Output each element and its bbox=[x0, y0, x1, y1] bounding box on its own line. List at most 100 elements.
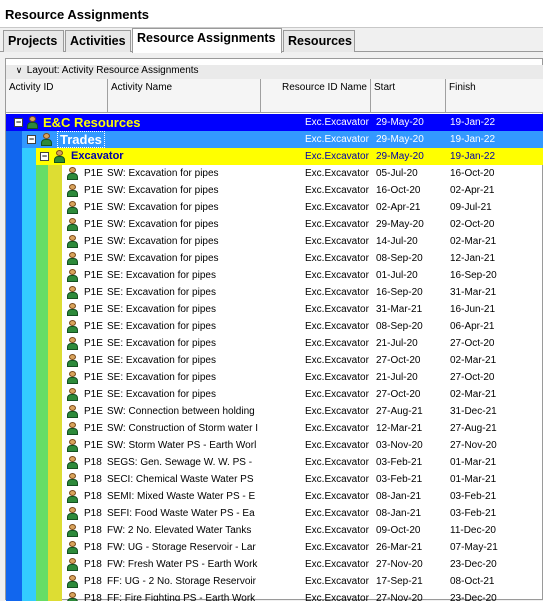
table-row[interactable]: P1E SW: Storm Water PS - Earth Worl Exc.Ex… bbox=[6, 437, 543, 454]
table-row[interactable]: P1E SW: Excavation for pipes Exc.Excavator… bbox=[6, 165, 543, 182]
table-row[interactable]: P18 FF: Fire Fighting PS - Earth Work Exc.… bbox=[6, 590, 543, 601]
start-date: 31-Mar-21 bbox=[376, 304, 423, 315]
activity-name: SW: Excavation for pipes bbox=[107, 219, 219, 230]
activity-id: P1E bbox=[84, 338, 103, 349]
assignments-panel: ∨ Layout: Activity Resource Assignments … bbox=[5, 58, 543, 601]
resource-id-name: Exc.Excavator bbox=[305, 236, 369, 247]
group-name: Excavator bbox=[71, 150, 124, 162]
table-row[interactable]: P18 SEMI: Mixed Waste Water PS - E Exc.Exc… bbox=[6, 488, 543, 505]
activity-name: SW: Excavation for pipes bbox=[107, 236, 219, 247]
column-header-activity-id[interactable]: Activity ID bbox=[6, 79, 108, 113]
activity-name: SE: Excavation for pipes bbox=[107, 372, 216, 383]
table-row[interactable]: P1E SE: Excavation for pipes Exc.Excavator… bbox=[6, 386, 543, 403]
table-row[interactable]: P1E SE: Excavation for pipes Exc.Excavator… bbox=[6, 335, 543, 352]
column-header-start[interactable]: Start bbox=[371, 79, 446, 113]
column-header-finish[interactable]: Finish bbox=[446, 79, 543, 113]
resource-id-name: Exc.Excavator bbox=[305, 321, 369, 332]
group-row-trades[interactable]: − Trades Exc.Excavator 29-May-20 19-Jan-… bbox=[6, 131, 543, 148]
start-date: 12-Mar-21 bbox=[376, 423, 423, 434]
table-row[interactable]: P18 FW: Fresh Water PS - Earth Work Exc.Ex… bbox=[6, 556, 543, 573]
group-start: 29-May-20 bbox=[376, 134, 424, 145]
resource-id-name: Exc.Excavator bbox=[305, 525, 369, 536]
finish-date: 09-Jul-21 bbox=[450, 202, 492, 213]
resource-id-name: Exc.Excavator bbox=[305, 457, 369, 468]
activity-id: P18 bbox=[84, 491, 102, 502]
activity-id: P18 bbox=[84, 474, 102, 485]
finish-date: 27-Oct-20 bbox=[450, 372, 495, 383]
group-name: E&C Resources bbox=[43, 115, 141, 130]
group-finish: 19-Jan-22 bbox=[450, 151, 496, 162]
layout-label: Layout: Activity Resource Assignments bbox=[26, 65, 199, 76]
tab-projects[interactable]: Projects bbox=[3, 30, 64, 52]
assignment-table-body[interactable]: − E&C Resources Exc.Excavator 29-May-20 … bbox=[6, 114, 543, 601]
resource-id-name: Exc.Excavator bbox=[305, 202, 369, 213]
resource-icon bbox=[40, 133, 53, 146]
table-row[interactable]: P1E SE: Excavation for pipes Exc.Excavator… bbox=[6, 284, 543, 301]
start-date: 27-Aug-21 bbox=[376, 406, 423, 417]
activity-id: P1E bbox=[84, 168, 103, 179]
column-header-activity-name[interactable]: Activity Name bbox=[108, 79, 261, 113]
activity-name: FF: Fire Fighting PS - Earth Work bbox=[107, 593, 256, 601]
group-resource: Exc.Excavator bbox=[305, 134, 369, 145]
table-row[interactable]: P1E SW: Excavation for pipes Exc.Excavator… bbox=[6, 250, 543, 267]
activity-name: SE: Excavation for pipes bbox=[107, 338, 216, 349]
table-row[interactable]: P18 FW: UG - Storage Reservoir - Lar Exc.E… bbox=[6, 539, 543, 556]
activity-id: P1E bbox=[84, 236, 103, 247]
column-header-resource-id-name[interactable]: Resource ID Name bbox=[261, 79, 371, 113]
table-row[interactable]: P1E SW: Excavation for pipes Exc.Excavator… bbox=[6, 233, 543, 250]
group-finish: 19-Jan-22 bbox=[450, 134, 496, 145]
start-date: 21-Jul-20 bbox=[376, 372, 418, 383]
activity-name: SW: Connection between holding bbox=[107, 406, 255, 417]
table-row[interactable]: P18 FW: 2 No. Elevated Water Tanks Exc.Exc… bbox=[6, 522, 543, 539]
table-row[interactable]: P1E SE: Excavation for pipes Exc.Excavator… bbox=[6, 301, 543, 318]
tab-activities[interactable]: Activities bbox=[65, 30, 131, 52]
table-row[interactable]: P1E SW: Excavation for pipes Exc.Excavator… bbox=[6, 216, 543, 233]
collapse-icon[interactable]: − bbox=[14, 118, 23, 127]
activity-name: SE: Excavation for pipes bbox=[107, 355, 216, 366]
activity-name: FW: Fresh Water PS - Earth Work bbox=[107, 559, 258, 570]
window-titlebar: Resource Assignments bbox=[0, 0, 543, 28]
table-row[interactable]: P1E SW: Construction of Storm water I Exc.… bbox=[6, 420, 543, 437]
table-row[interactable]: P1E SW: Excavation for pipes Exc.Excavator… bbox=[6, 182, 543, 199]
resource-icon bbox=[66, 456, 79, 469]
start-date: 27-Nov-20 bbox=[376, 593, 423, 601]
table-row[interactable]: P1E SW: Connection between holding Exc.Exc… bbox=[6, 403, 543, 420]
finish-date: 11-Dec-20 bbox=[450, 525, 496, 536]
resource-icon bbox=[66, 558, 79, 571]
start-date: 16-Sep-20 bbox=[376, 287, 423, 298]
tab-resources[interactable]: Resources bbox=[283, 30, 355, 52]
table-row[interactable]: P18 SEGS: Gen. Sewage W. W. PS - Exc.Excav… bbox=[6, 454, 543, 471]
resource-id-name: Exc.Excavator bbox=[305, 253, 369, 264]
table-row[interactable]: P18 SECI: Chemical Waste Water PS Exc.Exca… bbox=[6, 471, 543, 488]
collapse-icon[interactable]: − bbox=[40, 152, 49, 161]
start-date: 17-Sep-21 bbox=[376, 576, 423, 587]
table-row[interactable]: P18 SEFI: Food Waste Water PS - Ea Exc.Exc… bbox=[6, 505, 543, 522]
activity-id: P18 bbox=[84, 508, 102, 519]
table-row[interactable]: P1E SE: Excavation for pipes Exc.Excavator… bbox=[6, 267, 543, 284]
resource-id-name: Exc.Excavator bbox=[305, 559, 369, 570]
group-row-excavator[interactable]: − Excavator Exc.Excavator 29-May-20 19-J… bbox=[6, 148, 543, 165]
start-date: 08-Sep-20 bbox=[376, 321, 423, 332]
group-row-ec-resources[interactable]: − E&C Resources Exc.Excavator 29-May-20 … bbox=[6, 114, 543, 131]
collapse-icon[interactable]: − bbox=[27, 135, 36, 144]
activity-name: FW: 2 No. Elevated Water Tanks bbox=[107, 525, 252, 536]
table-row[interactable]: P1E SE: Excavation for pipes Exc.Excavator… bbox=[6, 369, 543, 386]
activity-id: P1E bbox=[84, 202, 103, 213]
finish-date: 06-Apr-21 bbox=[450, 321, 495, 332]
table-row[interactable]: P18 FF: UG - 2 No. Storage Reservoir Exc.E… bbox=[6, 573, 543, 590]
group-finish: 19-Jan-22 bbox=[450, 117, 496, 128]
resource-icon bbox=[66, 473, 79, 486]
table-row[interactable]: P1E SE: Excavation for pipes Exc.Excavator… bbox=[6, 318, 543, 335]
table-row[interactable]: P1E SE: Excavation for pipes Exc.Excavator… bbox=[6, 352, 543, 369]
resource-icon bbox=[66, 252, 79, 265]
layout-bar[interactable]: ∨ Layout: Activity Resource Assignments bbox=[6, 65, 543, 79]
activity-id: P18 bbox=[84, 542, 102, 553]
chevron-down-icon[interactable]: ∨ bbox=[14, 65, 24, 76]
start-date: 01-Jul-20 bbox=[376, 270, 418, 281]
tab-resource-assignments[interactable]: Resource Assignments bbox=[132, 28, 282, 53]
resource-id-name: Exc.Excavator bbox=[305, 185, 369, 196]
table-row[interactable]: P1E SW: Excavation for pipes Exc.Excavator… bbox=[6, 199, 543, 216]
start-date: 16-Oct-20 bbox=[376, 185, 421, 196]
activity-id: P1E bbox=[84, 423, 103, 434]
resource-id-name: Exc.Excavator bbox=[305, 593, 369, 601]
